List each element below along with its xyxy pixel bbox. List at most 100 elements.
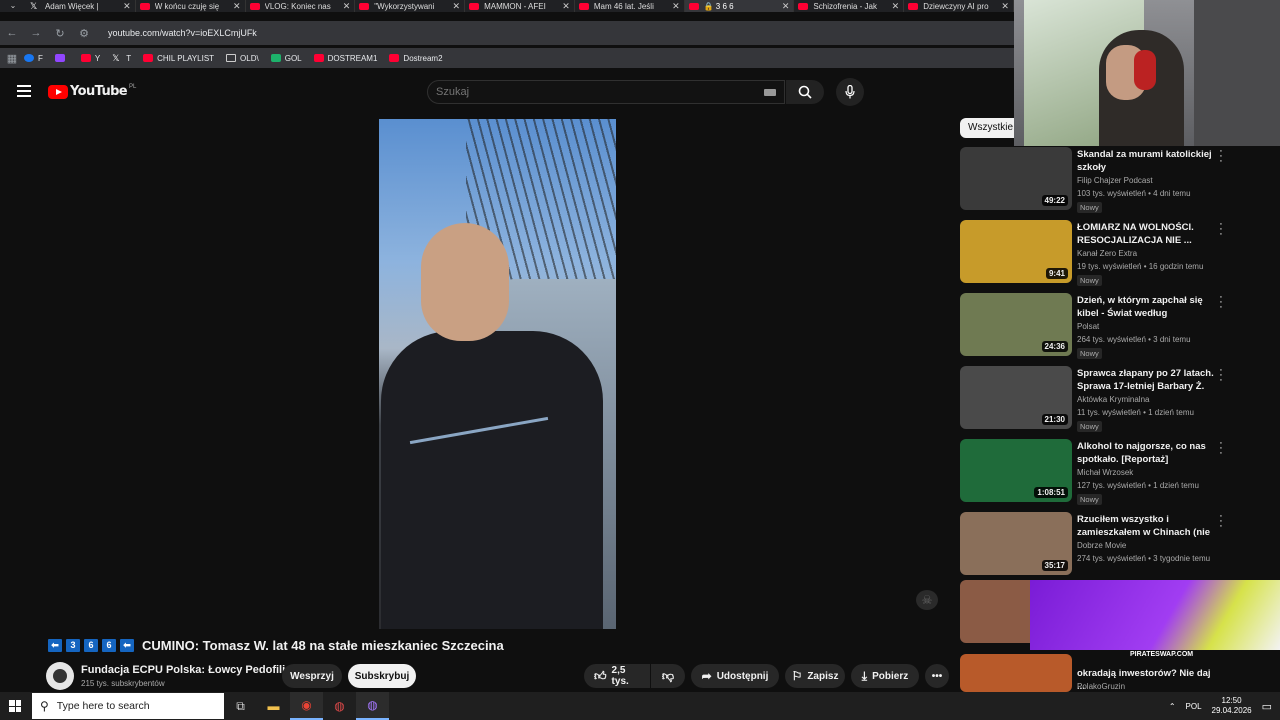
- save-button[interactable]: ⚐ Zapisz: [785, 664, 845, 688]
- task-view-icon[interactable]: ⧉: [224, 692, 257, 720]
- reload-icon[interactable]: ↻: [48, 27, 72, 40]
- keyboard-icon[interactable]: [764, 89, 776, 96]
- recommendation-meta: 19 tys. wyświetleń • 16 godzin temu: [1077, 262, 1204, 271]
- recommendation-title[interactable]: Dzień, w którym zapchał się kibel - Świa…: [1077, 295, 1217, 321]
- partial-channel: PolakoGruzin: [1077, 682, 1126, 691]
- recommendation-channel[interactable]: Polsat: [1077, 322, 1099, 331]
- partial-recommendation[interactable]: okradają inwestorów? Nie daj ... PolakoG…: [960, 654, 1220, 692]
- browser-tab[interactable]: W końcu czuję się ✕: [136, 0, 246, 12]
- youtube-logo[interactable]: YouTube PL: [48, 84, 136, 99]
- bookmark-item[interactable]: DOSTREAM1: [313, 54, 377, 63]
- browser-tab[interactable]: MAMMON - AFEI ✕: [465, 0, 575, 12]
- taskbar-search[interactable]: ⚲ Type here to search: [32, 693, 224, 719]
- chevron-up-icon[interactable]: ⌃: [1169, 702, 1176, 711]
- recommendation-item[interactable]: 21:30 Sprawca złapany po 27 latach. Spraw…: [960, 365, 1223, 434]
- bookmark-item[interactable]: CHIL PLAYLIST: [143, 54, 214, 63]
- recommendation-title[interactable]: Skandal za murami katolickiej szkoły: [1077, 149, 1217, 174]
- recommendation-title[interactable]: ŁOMIARZ NA WOLNOŚCI. RESOCJALIZACJA NIE …: [1077, 222, 1217, 247]
- recommendation-channel[interactable]: Michał Wrzosek: [1077, 468, 1133, 477]
- recommendation-title[interactable]: Alkohol to najgorsze, co nas spotkało. […: [1077, 441, 1217, 466]
- video-thumbnail[interactable]: 9:41: [960, 220, 1072, 283]
- close-tab-icon[interactable]: ✕: [123, 1, 131, 12]
- bookmark-item[interactable]: [54, 54, 69, 62]
- bookmark-item[interactable]: F: [24, 54, 43, 63]
- chrome-icon[interactable]: ◉: [290, 692, 323, 720]
- browser-tab[interactable]: 🔒 3 6 6 ✕: [684, 0, 795, 12]
- bookmark-item[interactable]: OLD\: [226, 54, 259, 63]
- more-vertical-icon[interactable]: · · ·: [1218, 365, 1224, 386]
- recommendation-item[interactable]: 24:36 Dzień, w którym zapchał się kibel -…: [960, 292, 1223, 361]
- more-vertical-icon[interactable]: · · ·: [1218, 511, 1224, 532]
- search-input[interactable]: [428, 81, 748, 103]
- site-info-icon[interactable]: ⚙: [72, 27, 96, 40]
- close-tab-icon[interactable]: ✕: [1001, 1, 1009, 12]
- recommendation-item[interactable]: 35:17 Rzuciłem wszystko i zamieszkałem w …: [960, 511, 1223, 580]
- bookmark-item[interactable]: Dostream2: [389, 54, 443, 63]
- back-icon[interactable]: ←: [0, 27, 24, 39]
- language-indicator[interactable]: POL: [1186, 702, 1202, 711]
- share-button[interactable]: ➦ Udostępnij: [691, 664, 779, 688]
- search-box[interactable]: [427, 80, 785, 104]
- browser-tab[interactable]: 𝕏 Adam Więcek | ✕: [26, 0, 136, 12]
- close-tab-icon[interactable]: ✕: [233, 1, 241, 12]
- tab-search-icon[interactable]: ⌄: [0, 0, 26, 12]
- arrow-emoji-icon: ⬅: [120, 639, 134, 652]
- recommendation-title[interactable]: Rzuciłem wszystko i zamieszkałem w China…: [1077, 514, 1217, 540]
- channel-watermark-icon[interactable]: ☠: [916, 590, 938, 610]
- browser-tab[interactable]: Dziewczyny AI pro ✕: [904, 0, 1014, 12]
- search-button[interactable]: [786, 80, 824, 104]
- recommendation-title[interactable]: Sprawca złapany po 27 latach. Sprawa 17-…: [1077, 368, 1217, 393]
- close-tab-icon[interactable]: ✕: [672, 1, 680, 12]
- hamburger-menu-icon[interactable]: [17, 85, 31, 97]
- more-vertical-icon[interactable]: · · ·: [1218, 219, 1224, 240]
- video-thumbnail[interactable]: 1:08:51: [960, 439, 1072, 502]
- more-actions-button[interactable]: •••: [925, 664, 949, 688]
- start-button[interactable]: [0, 692, 30, 720]
- more-vertical-icon[interactable]: · · ·: [1218, 292, 1224, 313]
- recommendation-channel[interactable]: Kanał Zero Extra: [1077, 249, 1137, 258]
- close-tab-icon[interactable]: ✕: [562, 1, 570, 12]
- app-icon-red[interactable]: ◍: [323, 692, 356, 720]
- browser-tab[interactable]: VLOG: Koniec nas ✕: [246, 0, 356, 12]
- video-player[interactable]: [379, 119, 616, 629]
- apps-grid-icon[interactable]: ▦: [0, 52, 24, 65]
- arrow-emoji-icon: ⬅: [48, 639, 62, 652]
- file-explorer-icon[interactable]: ▬: [257, 692, 290, 720]
- more-vertical-icon[interactable]: · · ·: [1218, 438, 1224, 459]
- filter-chip-all[interactable]: Wszystkie: [960, 118, 1021, 138]
- url-field[interactable]: youtube.com/watch?v=ioEXLCmjUFk: [108, 28, 257, 38]
- channel-name[interactable]: Fundacja ECPU Polska: Łowcy Pedofili: [81, 664, 285, 676]
- close-tab-icon[interactable]: ✕: [782, 1, 790, 12]
- clock[interactable]: 12:50 29.04.2026: [1212, 696, 1252, 716]
- recommendation-channel[interactable]: Aktówka Kryminalna: [1077, 395, 1149, 404]
- recommendation-channel[interactable]: Dobrze Movie: [1077, 541, 1126, 550]
- recommendation-item[interactable]: 1:08:51 Alkohol to najgorsze, co nas spot…: [960, 438, 1223, 507]
- voice-search-button[interactable]: [836, 78, 864, 106]
- browser-tab[interactable]: Schizofrenia - Jak ✕: [794, 0, 905, 12]
- close-tab-icon[interactable]: ✕: [343, 1, 351, 12]
- support-button[interactable]: Wesprzyj: [282, 664, 342, 688]
- video-thumbnail[interactable]: 49:22: [960, 147, 1072, 210]
- video-thumbnail[interactable]: 24:36: [960, 293, 1072, 356]
- channel-avatar[interactable]: [46, 662, 74, 690]
- recommendation-item[interactable]: 49:22 Skandal za murami katolickiej szkoł…: [960, 146, 1223, 215]
- notification-icon[interactable]: ▭: [1262, 700, 1272, 713]
- recommendation-channel[interactable]: Filip Chajzer Podcast: [1077, 176, 1153, 185]
- recommendation-item[interactable]: 9:41 ŁOMIARZ NA WOLNOŚCI. RESOCJALIZACJA …: [960, 219, 1223, 288]
- forward-icon[interactable]: →: [24, 27, 48, 39]
- browser-tab[interactable]: "Wykorzystywani ✕: [355, 0, 466, 12]
- app-icon-purple[interactable]: ◍: [356, 692, 389, 720]
- subscribe-button[interactable]: Subskrybuj: [348, 664, 416, 688]
- bookmark-item[interactable]: Y: [80, 54, 100, 63]
- video-thumbnail[interactable]: 35:17: [960, 512, 1072, 575]
- video-thumbnail[interactable]: 21:30: [960, 366, 1072, 429]
- close-tab-icon[interactable]: ✕: [453, 1, 461, 12]
- bookmark-item[interactable]: GOL: [270, 54, 302, 63]
- more-vertical-icon[interactable]: · · ·: [1218, 146, 1224, 167]
- dislike-button[interactable]: 👎︎: [651, 664, 685, 688]
- download-button[interactable]: ⤓ Pobierz: [851, 664, 919, 688]
- like-button[interactable]: 👍︎ 2,5 tys.: [584, 664, 650, 688]
- browser-tab[interactable]: Mam 46 lat. Jeśli ✕: [575, 0, 685, 12]
- bookmark-item[interactable]: 𝕏T: [112, 54, 131, 63]
- close-tab-icon[interactable]: ✕: [892, 1, 900, 12]
